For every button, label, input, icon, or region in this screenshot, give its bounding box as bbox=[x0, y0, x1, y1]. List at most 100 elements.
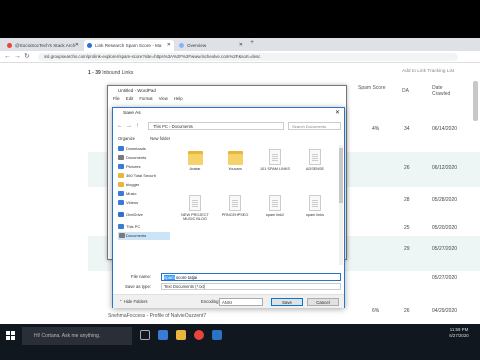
nav-label: Documents bbox=[126, 155, 147, 160]
url-input[interactable]: ssl.groupsearchs.com/prolink-explorer/sp… bbox=[38, 53, 458, 61]
command-bar: Organize New folder bbox=[116, 134, 342, 143]
encoding-label: Encoding: bbox=[201, 299, 220, 304]
video-icon bbox=[118, 200, 124, 205]
text-document-icon bbox=[229, 195, 241, 211]
nav-item-videos[interactable]: Videos bbox=[118, 199, 138, 207]
date-crawled-value: 04/29/2020 bbox=[432, 308, 458, 314]
save-as-title: Save As bbox=[123, 111, 141, 116]
navigation-pane: Downloads Documents Pictures 360 Total S… bbox=[116, 145, 171, 265]
tab-label: Overview bbox=[187, 43, 207, 48]
forward-arrow-icon[interactable]: → bbox=[14, 52, 21, 62]
up-arrow-icon[interactable]: ↑ bbox=[136, 121, 139, 131]
back-arrow-icon[interactable]: ← bbox=[4, 52, 11, 62]
file-list-scrollbar[interactable] bbox=[339, 145, 343, 265]
nav-item-music[interactable]: Music bbox=[118, 190, 137, 198]
folder-icon bbox=[228, 149, 243, 165]
column-header-spam[interactable]: Spam Score bbox=[358, 85, 388, 91]
wordpad-title: Untitled - WordPad bbox=[108, 86, 346, 95]
nav-label: Pictures bbox=[126, 164, 141, 169]
hide-folders-toggle[interactable]: ⌃ Hide Folders bbox=[119, 298, 147, 306]
organize-button[interactable]: Organize bbox=[118, 136, 135, 141]
save-as-address-row: ← → ↑ This PC › Documents Search Documen… bbox=[116, 121, 342, 131]
task-view-icon[interactable] bbox=[140, 330, 150, 340]
link-source-title[interactable]: SnehmaFoccess - Profile of NalvieOuzzent… bbox=[108, 313, 206, 319]
file-item-spam-link2[interactable]: spam link2 bbox=[257, 193, 293, 231]
cancel-button[interactable]: Cancel bbox=[307, 298, 339, 306]
hide-folders-label: Hide Folders bbox=[123, 299, 148, 304]
breadcrumb-documents[interactable]: Documents bbox=[172, 124, 193, 129]
file-item-new-project-music-blog[interactable]: NEW PROJECT MUSIC BLOG bbox=[177, 193, 213, 231]
edge-icon[interactable] bbox=[158, 330, 168, 340]
breadcrumb-this-pc[interactable]: This PC bbox=[153, 124, 168, 129]
folder-icon bbox=[188, 149, 203, 165]
close-tab-icon[interactable]: ✕ bbox=[75, 40, 79, 51]
cortana-search-box[interactable]: Hi! Cortana. Ask me anything. bbox=[22, 327, 132, 345]
back-arrow-icon[interactable]: ← bbox=[117, 121, 123, 131]
forward-arrow-icon[interactable]: → bbox=[126, 121, 132, 131]
column-header-da[interactable]: DA bbox=[402, 88, 409, 94]
date-crawled-value: 05/28/2020 bbox=[432, 197, 458, 203]
browser-tab-2[interactable]: Link Research Spam Score - Ma ✕ bbox=[84, 40, 174, 51]
nav-item-blogger[interactable]: blogger bbox=[118, 181, 139, 189]
da-value: 25 bbox=[404, 225, 410, 231]
nav-item-this-pc[interactable]: This PC bbox=[118, 223, 140, 231]
text-document-icon bbox=[269, 195, 281, 211]
browser-tab-1[interactable]: @SocioSocTech's Stack Arch ✕ bbox=[4, 40, 82, 51]
file-label: spam link2 bbox=[265, 213, 285, 217]
column-header-date[interactable]: Date Crawled bbox=[432, 85, 460, 97]
da-value: 26 bbox=[404, 308, 410, 314]
menu-help[interactable]: Help bbox=[174, 96, 183, 101]
scrollbar-thumb[interactable] bbox=[339, 148, 343, 203]
menu-file[interactable]: File bbox=[113, 96, 120, 101]
menu-edit[interactable]: Edit bbox=[126, 96, 133, 101]
new-tab-icon[interactable]: + bbox=[250, 39, 254, 46]
nav-item-onedrive[interactable]: OneDrive bbox=[118, 211, 143, 219]
system-clock[interactable]: 11:59 PM 6/27/2020 bbox=[440, 327, 478, 339]
nav-label: Downloads bbox=[126, 146, 146, 151]
nav-item-360-total-security[interactable]: 360 Total Securit bbox=[118, 172, 156, 180]
nav-item-pictures[interactable]: Pictures bbox=[118, 163, 141, 171]
folder-item-youcam[interactable]: Youcam bbox=[217, 147, 253, 185]
nav-item-downloads[interactable]: Downloads bbox=[118, 145, 146, 153]
reload-icon[interactable]: ↻ bbox=[24, 52, 30, 62]
da-value: 34 bbox=[404, 126, 410, 132]
text-document-icon bbox=[189, 195, 201, 211]
windows-start-icon[interactable] bbox=[6, 331, 16, 341]
da-value: 26 bbox=[404, 165, 410, 171]
file-item-spam-links[interactable]: spam links bbox=[297, 193, 333, 231]
file-item-prncehpseo[interactable]: PRNCEHPSEO bbox=[217, 193, 253, 231]
document-icon bbox=[119, 233, 125, 238]
file-name-input[interactable]: spam score tatjai bbox=[161, 273, 341, 281]
save-type-select[interactable]: Text Documents (*.txt) bbox=[161, 283, 341, 290]
page-scrollbar[interactable] bbox=[473, 81, 478, 121]
close-tab-icon[interactable]: ✕ bbox=[239, 40, 243, 51]
folder-item-avatar[interactable]: Avatar bbox=[177, 147, 213, 185]
file-item-adsense[interactable]: ADSENSE bbox=[297, 147, 333, 185]
encoding-select[interactable]: ANSI bbox=[219, 298, 263, 306]
nav-label: Music bbox=[126, 191, 137, 196]
save-button[interactable]: Save bbox=[271, 298, 303, 306]
spam-score-value: 6% bbox=[372, 308, 380, 314]
nav-item-documents[interactable]: Documents bbox=[118, 154, 147, 162]
browser-tab-3[interactable]: Overview ✕ bbox=[176, 40, 246, 51]
chrome-icon[interactable] bbox=[194, 330, 204, 340]
menu-view[interactable]: View bbox=[159, 96, 168, 101]
desktop-screen: @SocioSocTech's Stack Arch ✕ Link Resear… bbox=[0, 38, 480, 324]
spam-score-value: 4% bbox=[372, 126, 380, 132]
file-label: spam links bbox=[306, 213, 324, 217]
add-to-tracking-button[interactable]: Add to Link Tracking List bbox=[402, 69, 454, 74]
file-explorer-icon[interactable] bbox=[176, 330, 186, 340]
cloud-icon bbox=[118, 212, 124, 217]
nav-item-documents-selected[interactable]: Documents bbox=[118, 232, 170, 240]
search-documents-input[interactable]: Search Documents bbox=[288, 122, 341, 130]
menu-format[interactable]: Format bbox=[139, 96, 152, 101]
wordpad-icon[interactable] bbox=[212, 330, 222, 340]
file-label: NEW PROJECT MUSIC BLOG bbox=[181, 213, 209, 222]
new-folder-button[interactable]: New folder bbox=[150, 136, 170, 141]
folder-path-breadcrumb[interactable]: This PC › Documents bbox=[148, 122, 284, 130]
file-item-101-spam-links[interactable]: 101 SPAM LINKS bbox=[257, 147, 293, 185]
close-tab-icon[interactable]: ✕ bbox=[167, 40, 171, 51]
address-bar-row: ← → ↻ ssl.groupsearchs.com/prolink-explo… bbox=[0, 51, 480, 63]
count-label: Inbound Links bbox=[102, 70, 134, 76]
close-icon[interactable]: ✕ bbox=[335, 108, 340, 119]
